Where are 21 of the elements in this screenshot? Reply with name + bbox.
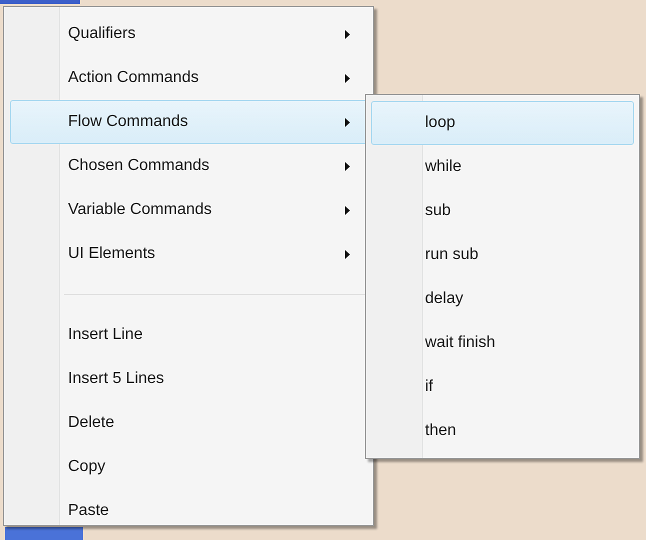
menu-item[interactable]: run sub: [371, 233, 634, 277]
menu-item[interactable]: Paste: [10, 489, 371, 533]
menu-item[interactable]: then: [371, 409, 634, 453]
menu-item[interactable]: sub: [371, 189, 634, 233]
submenu-arrow-icon: [345, 206, 350, 214]
submenu-arrow-icon: [345, 250, 350, 258]
menu-item[interactable]: wait finish: [371, 321, 634, 365]
menu-item[interactable]: Variable Commands: [10, 188, 371, 232]
menu-item[interactable]: while: [371, 145, 634, 189]
menu-item[interactable]: Qualifiers: [10, 12, 371, 56]
submenu-arrow-icon: [345, 162, 350, 170]
menu-item[interactable]: delay: [371, 277, 634, 321]
submenu-arrow-icon: [345, 74, 350, 82]
menu-item[interactable]: UI Elements: [10, 232, 371, 276]
menu-item[interactable]: Chosen Commands: [10, 144, 371, 188]
submenu-arrow-icon: [345, 118, 350, 126]
menu-item[interactable]: Action Commands: [10, 56, 371, 100]
menu-item[interactable]: loop: [371, 101, 634, 145]
menu-item[interactable]: Copy: [10, 445, 371, 489]
submenu-arrow-icon: [345, 30, 350, 38]
menu-item[interactable]: if: [371, 365, 634, 409]
